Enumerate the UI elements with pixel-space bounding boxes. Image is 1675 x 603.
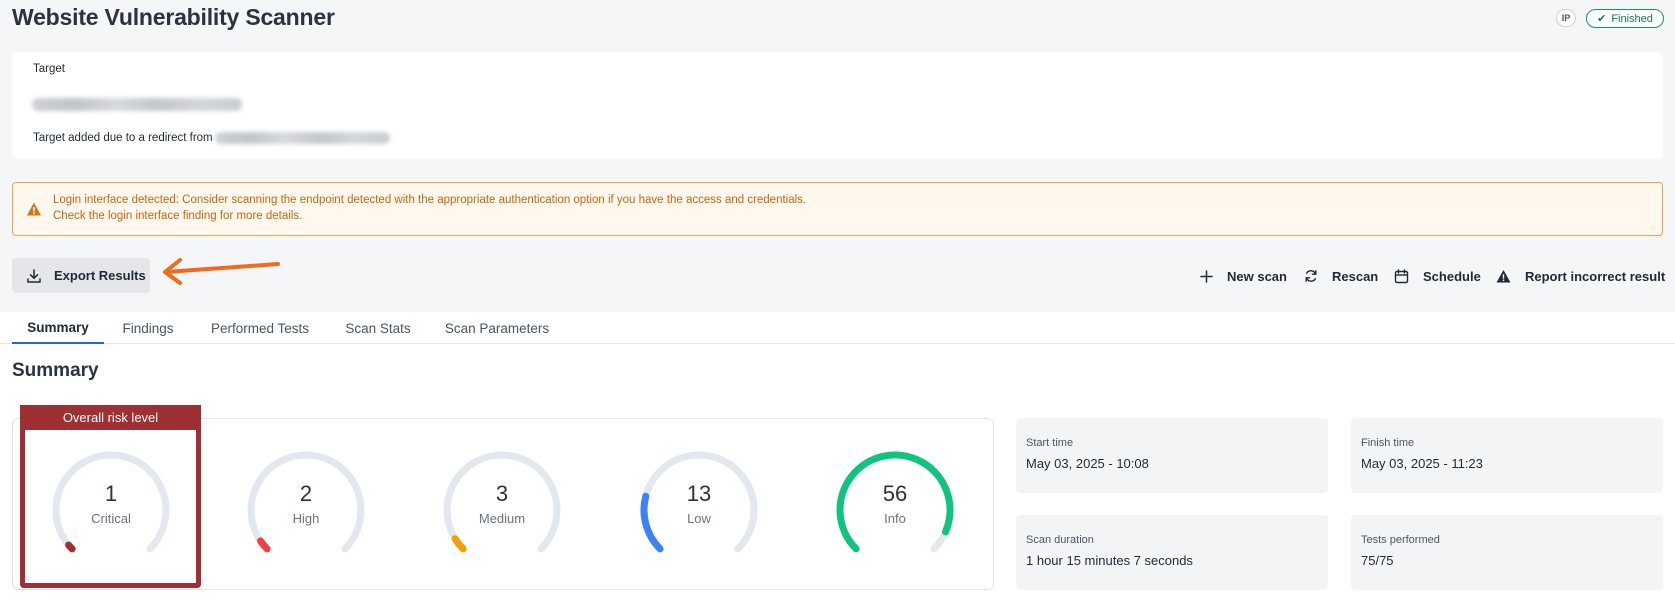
gauge-medium: 3 Medium [437, 448, 567, 578]
gauge-high-fill [257, 537, 271, 553]
gauge-high: 2 High [241, 448, 371, 578]
login-alert: Login interface detected: Consider scann… [12, 182, 1663, 236]
tests-performed-label: Tests performed [1361, 534, 1440, 546]
tests-performed-value: 75/75 [1361, 553, 1394, 568]
target-label: Target [33, 63, 65, 75]
gauge-medium-label: Medium [478, 511, 526, 526]
finish-time-card: Finish time May 03, 2025 - 11:23 [1351, 418, 1663, 493]
target-card: Target Target added due to a redirect fr… [12, 52, 1663, 159]
rescan-label: Rescan [1332, 268, 1379, 284]
tab-performed-tests[interactable]: Performed Tests [200, 312, 320, 344]
scan-duration-card: Scan duration 1 hour 15 minutes 7 second… [1016, 515, 1328, 590]
status-label: Finished [1611, 12, 1653, 25]
start-time-card: Start time May 03, 2025 - 10:08 [1016, 418, 1328, 493]
tab-bar: Summary Findings Performed Tests Scan St… [0, 312, 1675, 344]
gauge-high-value: 2 [299, 481, 313, 506]
annotation-arrow [163, 258, 280, 285]
overall-risk-header: Overall risk level [20, 405, 201, 430]
gauge-info: 56 Info [830, 448, 960, 578]
overall-risk-highlight [20, 405, 201, 588]
start-time-value: May 03, 2025 - 10:08 [1026, 456, 1149, 471]
gauge-low: 13 Low [634, 448, 764, 578]
gauge-info-label: Info [884, 511, 906, 526]
new-scan-button[interactable]: New scan [1200, 266, 1287, 286]
alert-message: Login interface detected: Consider scann… [53, 194, 807, 206]
alert-detail: Check the login interface finding for mo… [53, 210, 303, 222]
start-time-label: Start time [1026, 437, 1074, 449]
gauge-medium-fill [451, 535, 467, 553]
rescan-button[interactable]: Rescan [1304, 266, 1378, 286]
tab-scan-parameters[interactable]: Scan Parameters [437, 312, 557, 344]
redirect-url-redacted [214, 132, 390, 144]
target-url-redacted [32, 98, 242, 111]
finish-time-label: Finish time [1361, 437, 1415, 449]
scan-duration-value: 1 hour 15 minutes 7 seconds [1026, 553, 1193, 568]
summary-title: Summary [12, 360, 99, 381]
gauge-high-label: High [292, 511, 320, 526]
tests-performed-card: Tests performed 75/75 [1351, 515, 1663, 590]
export-results-button[interactable]: Export Results [12, 258, 150, 293]
warning-icon [27, 202, 41, 216]
schedule-label: Schedule [1423, 268, 1481, 284]
tab-findings[interactable]: Findings [112, 312, 184, 344]
ip-badge: IP [1556, 9, 1576, 27]
report-incorrect-result-button[interactable]: Report incorrect result [1496, 266, 1665, 286]
report-incorrect-result-label: Report incorrect result [1525, 268, 1666, 284]
gauge-low-label: Low [687, 511, 711, 526]
refresh-icon [1305, 270, 1317, 282]
export-results-label: Export Results [54, 268, 146, 283]
plus-icon [1200, 269, 1213, 283]
redirect-note: Target added due to a redirect from [33, 132, 390, 144]
gauge-info-value: 56 [882, 481, 908, 506]
gauge-low-value: 13 [686, 481, 712, 506]
finish-time-value: May 03, 2025 - 11:23 [1361, 456, 1483, 471]
schedule-button[interactable]: Schedule [1394, 266, 1481, 286]
scan-duration-label: Scan duration [1026, 534, 1094, 546]
redirect-label: Target added due to a redirect from [33, 132, 213, 144]
gauge-medium-value: 3 [495, 481, 509, 506]
tab-scan-stats[interactable]: Scan Stats [335, 312, 421, 344]
check-icon: ✔ [1597, 13, 1607, 25]
new-scan-label: New scan [1227, 268, 1287, 284]
tab-summary[interactable]: Summary [12, 312, 104, 344]
warning-icon [1496, 269, 1511, 282]
download-icon [27, 268, 41, 283]
calendar-icon [1394, 268, 1409, 283]
status-badge: ✔ Finished [1586, 9, 1664, 28]
page-title: Website Vulnerability Scanner [12, 4, 335, 30]
